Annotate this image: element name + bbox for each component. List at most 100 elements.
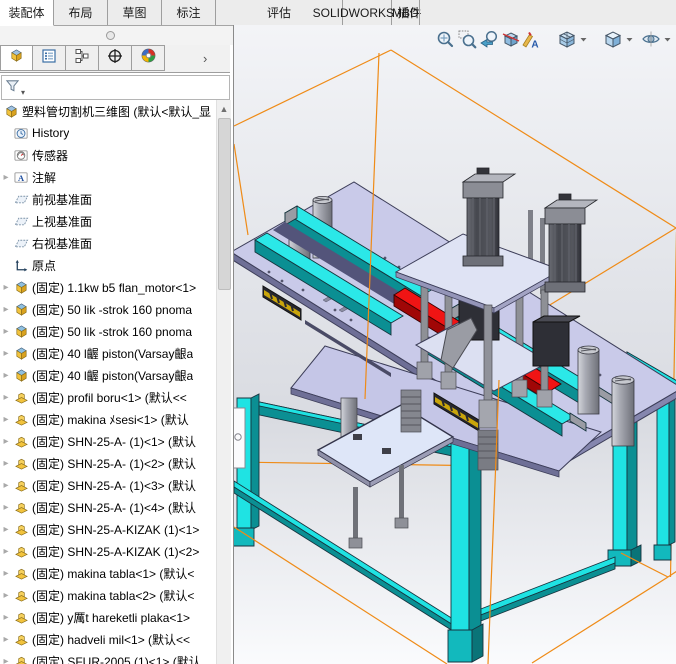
- expand-arrow-icon[interactable]: ▸: [0, 590, 12, 601]
- scrollbar-thumb[interactable]: [218, 118, 231, 290]
- tab-dimxpertmanager[interactable]: [99, 45, 132, 71]
- expand-arrow-icon[interactable]: ▸: [0, 172, 12, 183]
- expand-arrow-icon[interactable]: ▸: [0, 480, 12, 491]
- expand-arrow-icon[interactable]: ▸: [0, 436, 12, 447]
- tree-scrollbar[interactable]: ▲: [216, 100, 231, 664]
- filter-funnel-icon[interactable]: [5, 78, 20, 98]
- tree-item-label: (固定) makina ﾒsesi<1> (默认: [32, 412, 189, 427]
- machine-3d-model[interactable]: [234, 25, 676, 664]
- collapse-pill-icon[interactable]: [106, 31, 115, 40]
- tree-item-label: 传感器: [32, 148, 69, 163]
- tree-item[interactable]: ▸ (固定) SHN-25-A- (1)<4> (默认: [0, 496, 216, 518]
- previous-view-icon[interactable]: [479, 29, 499, 49]
- property-list-icon: [41, 48, 57, 69]
- tree-item[interactable]: History: [0, 122, 216, 144]
- tree-item[interactable]: 原点: [0, 254, 216, 276]
- expand-arrow-icon[interactable]: ▸: [0, 370, 12, 381]
- tree-item[interactable]: ▸ (固定) y厲t hareketli plaka<1>: [0, 606, 216, 628]
- tree-item[interactable]: ▸ (固定) SHN-25-A-KIZAK (1)<2>: [0, 540, 216, 562]
- expand-arrow-icon[interactable]: ▸: [0, 392, 12, 403]
- tab-displaymanager[interactable]: [132, 45, 165, 71]
- expand-arrow-icon[interactable]: ▸: [0, 414, 12, 425]
- tree-item-icon: [12, 280, 30, 295]
- tree-item-label: 右视基准面: [32, 236, 93, 251]
- expand-arrow-icon[interactable]: ▸: [0, 656, 12, 664]
- tree-item[interactable]: 上视基准面: [0, 210, 216, 232]
- expand-arrow-icon[interactable]: ▸: [0, 502, 12, 513]
- graphics-viewport[interactable]: A: [233, 25, 676, 664]
- hide-show-items-icon[interactable]: [641, 29, 661, 49]
- expand-arrow-icon[interactable]: ▸: [0, 524, 12, 535]
- ribbon-tab[interactable]: 标注: [162, 0, 216, 25]
- tab-propertymanager[interactable]: [33, 45, 66, 71]
- tree-item-icon: [12, 478, 30, 493]
- tree-item-icon: [12, 390, 30, 405]
- tab-configurationmanager[interactable]: [66, 45, 99, 71]
- tree-item[interactable]: ▸ (固定) SFUR-2005 (1)<1> (默认: [0, 650, 216, 664]
- panel-tab-bar: ›: [0, 45, 230, 73]
- tree-item-icon: [12, 456, 30, 471]
- tree-item-label: (固定) SHN-25-A-KIZAK (1)<2>: [32, 544, 200, 559]
- tree-item-icon: [12, 214, 30, 229]
- expand-arrow-icon[interactable]: ▸: [0, 304, 12, 315]
- expand-arrow-icon[interactable]: ▸: [0, 568, 12, 579]
- tree-item[interactable]: ▸ A 注解: [0, 166, 216, 188]
- zoom-to-fit-icon[interactable]: [435, 29, 455, 49]
- filter-caret-icon[interactable]: ▾: [21, 88, 25, 97]
- ribbon-tab[interactable]: 布局: [54, 0, 108, 25]
- tree-item[interactable]: ▸ (固定) makina tabla<2> (默认<: [0, 584, 216, 606]
- tree-item[interactable]: ▸ (固定) SHN-25-A- (1)<3> (默认: [0, 474, 216, 496]
- tree-item[interactable]: 右视基准面: [0, 232, 216, 254]
- ribbon-tab[interactable]: 草图: [108, 0, 162, 25]
- display-style-icon[interactable]: [603, 29, 623, 49]
- ribbon-tab[interactable]: 装配体: [0, 0, 54, 26]
- view-orientation-icon[interactable]: [557, 29, 577, 49]
- tree-item[interactable]: ▸ (固定) makina ﾒsesi<1> (默认: [0, 408, 216, 430]
- hide-show-dropdown-icon[interactable]: [663, 29, 672, 49]
- expand-arrow-icon[interactable]: ▸: [0, 282, 12, 293]
- tree-item[interactable]: ▸ (固定) hadveli mil<1> (默认<<: [0, 628, 216, 650]
- ribbon-tab[interactable]: MBD: [392, 0, 420, 25]
- tree-item-label: 上视基准面: [32, 214, 93, 229]
- expand-arrow-icon[interactable]: ▸: [0, 458, 12, 469]
- ribbon-tab-bar: 装配体 布局 草图 标注 评估 SOLIDWORKS 插件 MBD: [0, 0, 676, 26]
- tree-item[interactable]: ▸ (固定) 40 l齷 piston(Varsay齦a: [0, 342, 216, 364]
- ribbon-tab[interactable]: SOLIDWORKS 插件: [313, 0, 421, 25]
- tree-filter-input[interactable]: [29, 77, 229, 98]
- tab-featuremanager-design-tree[interactable]: [0, 45, 33, 71]
- tree-item-label: (固定) SHN-25-A- (1)<2> (默认: [32, 456, 197, 471]
- section-view-icon[interactable]: [501, 29, 521, 49]
- tree-item-label: (固定) 40 l齷 piston(Varsay齦a: [32, 368, 194, 383]
- commandmanager-strip: [0, 26, 233, 45]
- zoom-to-area-icon[interactable]: [457, 29, 477, 49]
- tree-item[interactable]: ▸ (固定) profil boru<1> (默认<<: [0, 386, 216, 408]
- tree-item[interactable]: 前视基准面: [0, 188, 216, 210]
- tree-item-label: (固定) makina tabla<2> (默认<: [32, 588, 195, 603]
- tree-item[interactable]: ▸ (固定) 1.1kw b5 flan_motor<1>: [0, 276, 216, 298]
- tree-item-label: (固定) y厲t hareketli plaka<1>: [32, 610, 191, 625]
- panel-tabs-overflow-button[interactable]: ›: [203, 45, 207, 72]
- tree-item[interactable]: ▸ (固定) SHN-25-A-KIZAK (1)<1>: [0, 518, 216, 540]
- expand-arrow-icon[interactable]: ▸: [0, 348, 12, 359]
- tree-item-icon: [12, 236, 30, 251]
- tree-item-icon: [12, 324, 30, 339]
- expand-arrow-icon[interactable]: ▸: [0, 634, 12, 645]
- side-plate: [234, 407, 246, 469]
- tree-item[interactable]: 传感器: [0, 144, 216, 166]
- tree-item[interactable]: ▸ (固定) 50 lik -strok 160 pnoma: [0, 298, 216, 320]
- tree-item-label: (固定) SHN-25-A- (1)<4> (默认: [32, 500, 197, 515]
- tree-item-label: (固定) SHN-25-A- (1)<3> (默认: [32, 478, 197, 493]
- tree-item[interactable]: ▸ (固定) 40 l齷 piston(Varsay齦a: [0, 364, 216, 386]
- expand-arrow-icon[interactable]: ▸: [0, 546, 12, 557]
- scroll-up-arrow-icon[interactable]: ▲: [217, 102, 231, 116]
- tree-item[interactable]: ▸ (固定) 50 lik -strok 160 pnoma: [0, 320, 216, 342]
- expand-arrow-icon[interactable]: ▸: [0, 326, 12, 337]
- display-style-dropdown-icon[interactable]: [625, 29, 634, 49]
- tree-item[interactable]: ▸ (固定) makina tabla<1> (默认<: [0, 562, 216, 584]
- expand-arrow-icon[interactable]: ▸: [0, 612, 12, 623]
- tree-item[interactable]: ▸ (固定) SHN-25-A- (1)<2> (默认: [0, 452, 216, 474]
- tree-item[interactable]: ▸ (固定) SHN-25-A- (1)<1> (默认: [0, 430, 216, 452]
- edit-appearance-icon[interactable]: A: [520, 29, 540, 51]
- view-orientation-dropdown-icon[interactable]: [579, 29, 588, 49]
- tree-root-item[interactable]: 塑料管切割机三维图 (默认<默认_显: [0, 100, 216, 122]
